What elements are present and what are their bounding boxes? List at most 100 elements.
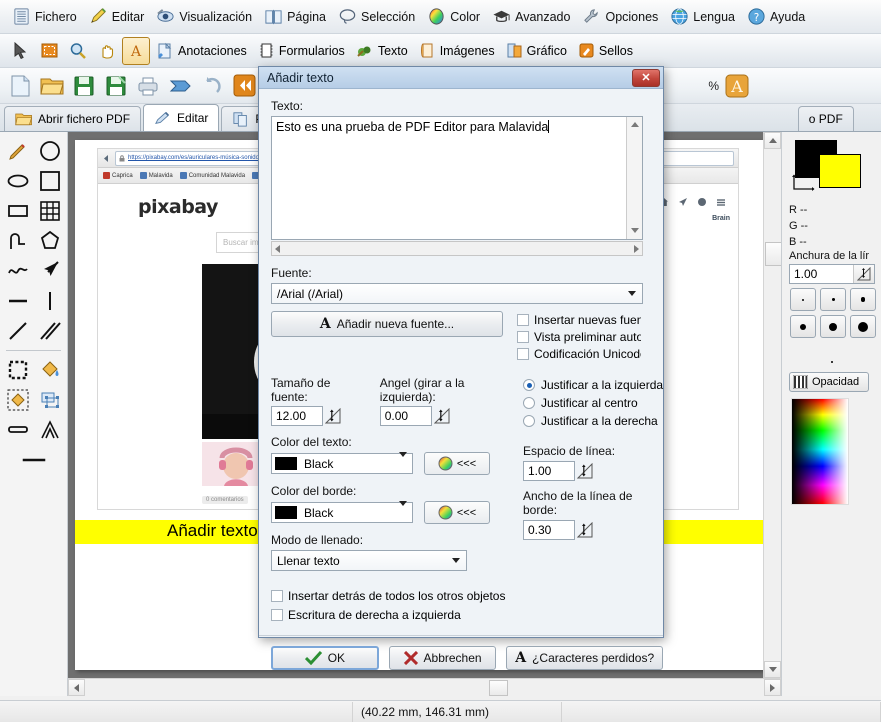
tool-square[interactable]: [37, 168, 63, 194]
color-swatches[interactable]: [791, 140, 863, 198]
line-space-input[interactable]: 1.00: [523, 461, 575, 481]
tool-arrow[interactable]: [37, 258, 63, 284]
tool-curve[interactable]: [5, 258, 31, 284]
font-size-input[interactable]: 12.00: [271, 406, 323, 426]
checkbox-auto-preview[interactable]: Vista preliminar automátic: [517, 328, 641, 345]
text-color-select[interactable]: Black: [271, 453, 413, 474]
radio-button[interactable]: [523, 415, 535, 427]
menu-item-fichero[interactable]: Fichero: [6, 4, 83, 29]
thickness-option-5[interactable]: [820, 315, 846, 338]
menu-item-opciones[interactable]: Opciones: [576, 4, 664, 29]
radio-justify-center[interactable]: Justificar al centro: [523, 394, 653, 412]
scroll-left-button[interactable]: [68, 679, 85, 696]
scroll-thumb[interactable]: [765, 242, 781, 266]
radio-button[interactable]: [523, 397, 535, 409]
chevron-down-icon[interactable]: [399, 506, 407, 520]
scroll-thumb[interactable]: [489, 680, 508, 696]
text-color-picker-button[interactable]: <<<: [424, 452, 490, 475]
ok-button[interactable]: OK: [271, 646, 379, 670]
menu-item-editar[interactable]: Editar: [83, 4, 151, 29]
save-button[interactable]: [70, 72, 98, 100]
tool-arrow-select[interactable]: [6, 37, 34, 65]
fill-mode-select[interactable]: Llenar texto: [271, 550, 467, 571]
print-button[interactable]: [134, 72, 162, 100]
chevron-down-icon[interactable]: [624, 285, 640, 302]
tool-diagonal-line[interactable]: [5, 318, 31, 344]
cancel-button[interactable]: Abbrechen: [389, 646, 497, 670]
background-color-swatch[interactable]: [819, 154, 861, 188]
spinner-buttons-icon[interactable]: [853, 265, 874, 283]
checkbox-box[interactable]: [271, 590, 283, 602]
scroll-down-button[interactable]: [764, 661, 781, 678]
chevron-down-icon[interactable]: [399, 457, 407, 471]
tool-hand-pan[interactable]: [93, 37, 121, 65]
toolbar-item-sellos[interactable]: Sellos: [573, 40, 638, 61]
angle-input[interactable]: 0.00: [380, 406, 432, 426]
border-width-spinner-icon[interactable]: [575, 520, 595, 540]
thickness-option-3[interactable]: [850, 288, 876, 311]
thickness-option-1[interactable]: [790, 288, 816, 311]
tool-transform[interactable]: [37, 387, 63, 413]
tool-magnifier-zoom[interactable]: [64, 37, 92, 65]
tool-double-line[interactable]: [37, 318, 63, 344]
opacity-button[interactable]: Opacidad: [789, 372, 869, 392]
thickness-option-2[interactable]: [820, 288, 846, 311]
tool-brush[interactable]: [5, 138, 31, 164]
thickness-option-6[interactable]: [850, 315, 876, 338]
checkbox-right-to-left[interactable]: Escritura de derecha a izquierda: [271, 606, 653, 623]
export-button[interactable]: [166, 72, 194, 100]
add-new-font-button[interactable]: A Añadir nueva fuente...: [271, 311, 503, 337]
border-color-picker-button[interactable]: <<<: [424, 501, 490, 524]
radio-justify-right[interactable]: Justificar a la derecha: [523, 412, 653, 430]
toolbar-item-imagenes[interactable]: Imágenes: [414, 40, 500, 61]
border-width-input[interactable]: 0.30: [523, 520, 575, 540]
toolbar-item-grafico[interactable]: Gráfico: [501, 40, 572, 61]
tool-thick-line[interactable]: [5, 417, 31, 443]
tab-pdf[interactable]: o PDF: [798, 106, 854, 131]
radio-justify-left[interactable]: Justificar a la izquierda: [523, 376, 653, 394]
tool-table-grid[interactable]: [37, 198, 63, 224]
tool-rectangle[interactable]: [5, 198, 31, 224]
dialog-title-bar[interactable]: Añadir texto ✕: [259, 67, 663, 89]
menu-item-pagina[interactable]: Página: [258, 4, 332, 29]
tab-editar[interactable]: Editar: [143, 104, 219, 131]
tool-polygon[interactable]: [37, 228, 63, 254]
textarea-horizontal-scrollbar[interactable]: [271, 241, 643, 256]
menu-item-seleccion[interactable]: Selección: [332, 4, 421, 29]
checkbox-box[interactable]: [517, 331, 529, 343]
checkbox-insert-behind-objects[interactable]: Insertar detrás de todos los otros objet…: [271, 587, 653, 604]
checkbox-box[interactable]: [517, 314, 529, 326]
menu-item-ayuda[interactable]: ? Ayuda: [741, 4, 811, 29]
open-file-button[interactable]: [38, 72, 66, 100]
tool-vertical-line[interactable]: [37, 288, 63, 314]
tool-fill-bucket[interactable]: [37, 357, 63, 383]
angle-spinner-icon[interactable]: [432, 406, 452, 426]
first-page-button[interactable]: [230, 72, 258, 100]
menu-item-lengua[interactable]: Lengua: [664, 4, 741, 29]
checkbox-unicode-encoding[interactable]: Codificación Unicode: [517, 345, 641, 362]
new-document-button[interactable]: [6, 72, 34, 100]
scroll-up-button[interactable]: [764, 132, 781, 149]
textarea-scroll-up[interactable]: [627, 117, 642, 131]
close-icon[interactable]: ✕: [632, 69, 660, 87]
font-select[interactable]: /Arial (/Arial): [271, 283, 643, 304]
scroll-right-button[interactable]: [764, 679, 781, 696]
tool-polyline[interactable]: [5, 228, 31, 254]
checkbox-insert-new-fonts[interactable]: Insertar nuevas fuente: [517, 311, 641, 328]
tool-text[interactable]: A: [122, 37, 150, 65]
tool-marquee-select[interactable]: [35, 37, 63, 65]
tool-circle[interactable]: [37, 138, 63, 164]
textarea-scroll-down[interactable]: [627, 223, 642, 237]
canvas-horizontal-scrollbar[interactable]: [68, 678, 781, 696]
menu-item-visualizacion[interactable]: Visualización: [150, 4, 258, 29]
radio-button[interactable]: [523, 379, 535, 391]
thickness-option-4[interactable]: [790, 315, 816, 338]
swap-colors-icon[interactable]: [791, 174, 821, 196]
checkbox-box[interactable]: [517, 348, 529, 360]
save-as-button[interactable]: [102, 72, 130, 100]
menu-item-avanzado[interactable]: Avanzado: [486, 4, 576, 29]
toolbar-item-formularios[interactable]: Formularios: [253, 40, 350, 61]
undo-button[interactable]: [198, 72, 226, 100]
canvas-vertical-scrollbar[interactable]: [763, 132, 781, 678]
line-space-spinner-icon[interactable]: [575, 461, 595, 481]
